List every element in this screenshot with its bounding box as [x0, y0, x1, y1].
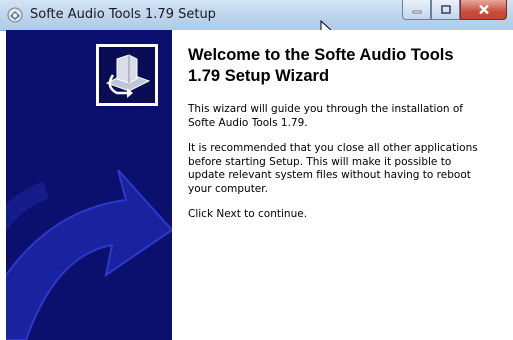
installer-logo	[96, 44, 158, 106]
close-button[interactable]	[460, 0, 507, 20]
window-controls	[402, 0, 507, 20]
title-bar[interactable]: Softe Audio Tools 1.79 Setup	[0, 0, 513, 31]
window-title: Softe Audio Tools 1.79 Setup	[30, 7, 216, 22]
wizard-sidebar-banner	[6, 30, 172, 340]
recommendation-text: It is recommended that you close all oth…	[188, 142, 478, 195]
continue-hint-text: Click Next to continue.	[188, 208, 308, 220]
minimize-icon	[412, 10, 421, 13]
setup-app-icon	[7, 7, 23, 23]
installer-package-icon	[105, 54, 151, 98]
minimize-button[interactable]	[402, 0, 431, 20]
maximize-button[interactable]	[431, 0, 460, 20]
wizard-heading: Welcome to the Softe Audio Tools 1.79 Se…	[188, 46, 454, 85]
intro-text: This wizard will guide you through the i…	[188, 103, 463, 129]
maximize-icon	[440, 5, 451, 14]
close-icon	[478, 4, 489, 15]
